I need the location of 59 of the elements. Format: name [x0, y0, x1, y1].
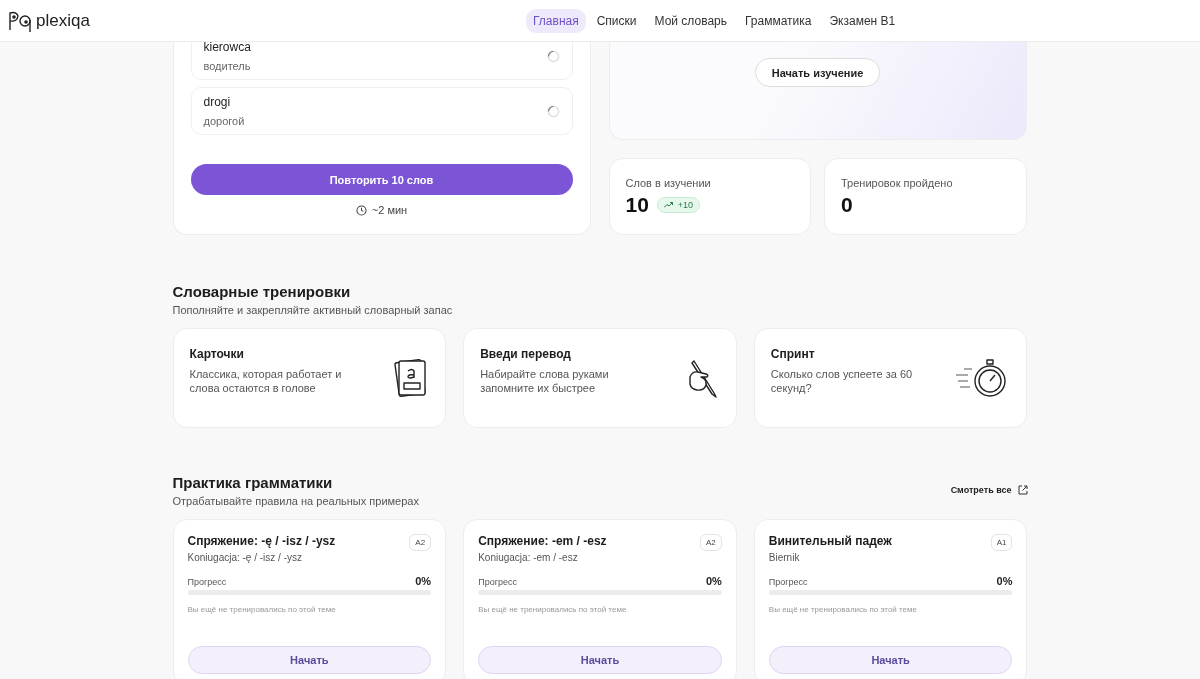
progress-label: Прогресс — [478, 577, 517, 587]
stat-value: 0 — [841, 193, 853, 217]
word-translation: водитель — [203, 60, 251, 72]
topic-subtitle: Koniugacja: -ę / -isz / -ysz — [187, 552, 303, 563]
start-button[interactable]: Начать — [478, 646, 722, 674]
level-badge: A1 — [990, 534, 1013, 551]
nav-link[interactable]: Главная — [526, 8, 586, 33]
external-link-icon — [1017, 485, 1028, 495]
progress-label: Прогресс — [187, 577, 227, 587]
training-title: Карточки — [189, 347, 245, 361]
topic-subtitle: Biernik — [768, 552, 801, 563]
level-badge: A2 — [700, 534, 722, 551]
training-title: Спринт — [770, 347, 816, 361]
progress-label: Прогресс — [768, 577, 808, 587]
word-translation: дорогой — [203, 115, 245, 127]
topic-subtitle: Koniugacja: -em / -esz — [478, 552, 579, 563]
training-card[interactable]: Введи перевод Набирайте слова руками запомните их быстрее — [463, 328, 737, 428]
topic-title: Спряжение: -em / -esz — [478, 534, 607, 548]
stat-label: Тренировок пройдено — [841, 177, 954, 189]
nav-link[interactable]: Грамматика — [738, 8, 819, 33]
duration-text: ~2 мин — [371, 204, 408, 216]
progress-note: Вы ещё не тренировались по этой теме — [768, 605, 918, 614]
word-text: drogi — [203, 95, 232, 109]
progress-note: Вы ещё не тренировались по этой теме — [187, 605, 337, 614]
training-description: Классика, которая работает и слова остаются в голове — [189, 367, 343, 395]
clock-icon — [355, 204, 367, 216]
nav-link[interactable]: Мой словарь — [647, 8, 734, 33]
progress-note: Вы ещё не тренировались по этой теме — [478, 605, 628, 614]
logo-icon — [8, 9, 32, 32]
start-button[interactable]: Начать — [768, 646, 1013, 674]
nav-link[interactable]: Списки — [589, 8, 644, 33]
section-title: Словарные тренировки — [172, 283, 352, 300]
training-description: Сколько слов успеете за 60 секунд? — [770, 367, 914, 395]
topic-title: Спряжение: -ę / -isz / -ysz — [187, 534, 336, 548]
see-all-link[interactable]: Смотреть все — [950, 485, 1028, 495]
stat-label: Слов в изучении — [625, 177, 712, 189]
loading-spinner-icon — [546, 49, 560, 63]
review-button[interactable]: Повторить 10 слов — [190, 164, 573, 195]
stat-value: 10 — [625, 193, 649, 217]
loading-spinner-icon — [546, 104, 560, 118]
section-subtitle: Отрабатывайте правила на реальных примерах — [172, 495, 419, 507]
topic-title: Винительный падеж — [768, 534, 892, 548]
start-learning-button[interactable]: Начать изучение — [754, 58, 881, 87]
progress-percent: 0% — [415, 575, 432, 587]
delta-text: +10 — [677, 200, 694, 210]
training-title: Введи перевод — [480, 347, 572, 361]
nav-link[interactable]: Экзамен B1 — [822, 8, 903, 33]
section-subtitle: Пополняйте и закрепляйте активный словарный запас — [172, 304, 454, 316]
progress-percent: 0% — [996, 575, 1013, 587]
logo-text: plexiqa — [36, 10, 90, 31]
level-badge: A2 — [409, 534, 432, 551]
training-card[interactable]: Спринт Сколько слов успеете за 60 секунд? — [753, 328, 1028, 428]
start-button[interactable]: Начать — [187, 646, 432, 674]
section-title: Практика грамматики — [172, 474, 334, 491]
training-description: Набирайте слова руками запомните их быстрее — [480, 367, 610, 395]
training-card[interactable]: Карточки Классика, которая работает и слова остаются в голове — [172, 328, 447, 428]
trend-up-icon — [663, 202, 673, 208]
word-text: kierowca — [203, 40, 251, 54]
progress-percent: 0% — [705, 575, 722, 587]
